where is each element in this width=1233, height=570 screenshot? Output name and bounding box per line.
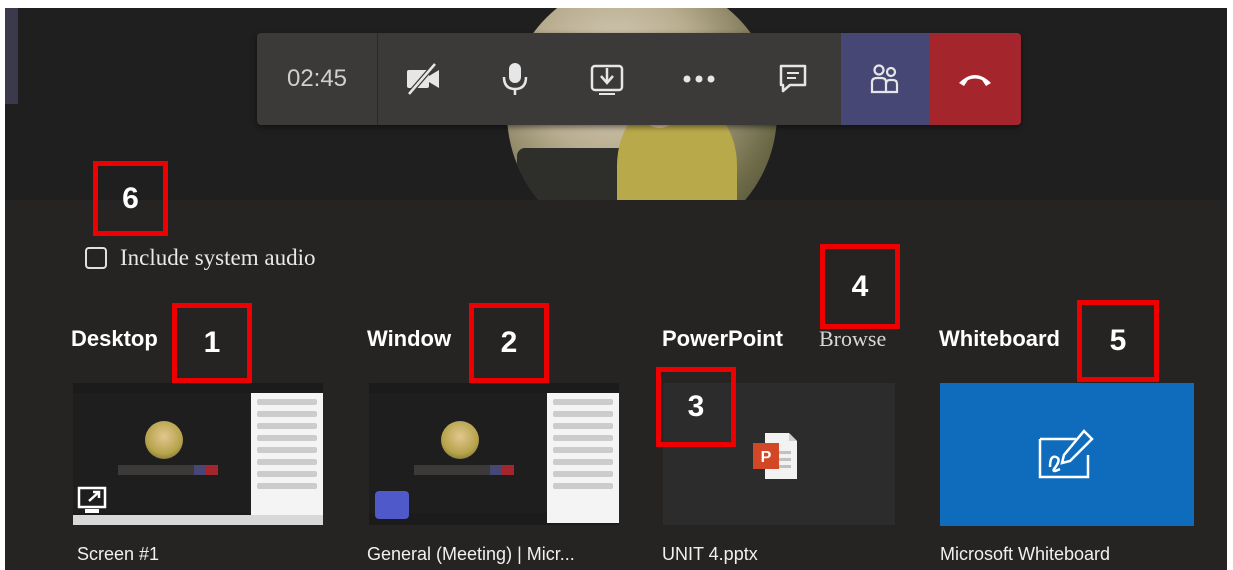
call-toolbar: 02:45 [257,33,1021,125]
call-timer: 02:45 [257,33,378,125]
share-tray-icon [590,64,624,95]
mini-toolbar [118,465,218,475]
desktop-item-label: Screen #1 [77,544,160,564]
whiteboard-item-label: Microsoft Whiteboard [940,544,1111,564]
window-section-title: Window [367,326,452,351]
whiteboard-section-title: Whiteboard [939,326,1060,351]
annotation-2: 2 [469,303,549,383]
whiteboard-thumbnail[interactable] [940,383,1194,526]
annotation-1: 1 [172,303,252,383]
share-screen-icon [77,486,107,513]
share-tray-button[interactable] [571,33,643,125]
powerpoint-item-label: UNIT 4.pptx [662,544,758,564]
camera-off-icon [407,62,439,96]
teams-meeting-window: 02:45 Include system audio Desktop Windo… [5,8,1227,570]
chat-icon [779,64,807,93]
mini-people-pane [547,393,619,523]
annotation-6: 6 [93,161,168,236]
left-rail [5,8,18,104]
whiteboard-icon [1038,429,1094,479]
hang-up-icon [959,75,991,86]
teams-logo [375,491,409,519]
powerpoint-file-icon: P [753,433,797,479]
mini-taskbar [73,515,323,525]
desktop-section-title: Desktop [71,326,158,351]
meeting-stage: 02:45 [5,8,1227,248]
camera-toggle-button[interactable] [387,33,459,125]
window-item-label: General (Meeting) | Micr... [367,544,575,564]
mini-avatar [145,421,183,459]
participants-icon [870,64,899,94]
participants-button[interactable] [841,33,929,125]
include-system-audio-label: Include system audio [120,245,316,270]
annotation-4: 4 [820,244,900,329]
microphone-icon [502,63,528,95]
annotation-5: 5 [1077,300,1159,382]
powerpoint-section-title: PowerPoint [662,326,784,351]
annotation-3: 3 [656,367,736,447]
microphone-button[interactable] [479,33,551,125]
mini-avatar [441,421,479,459]
more-options-button[interactable] [663,33,735,125]
svg-text:P: P [761,449,772,466]
hang-up-button[interactable] [929,33,1021,125]
include-system-audio-checkbox[interactable] [85,247,107,269]
desktop-screen-thumbnail[interactable] [73,383,323,525]
browse-link[interactable]: Browse [819,326,886,352]
mini-people-pane [251,393,323,523]
more-options-icon [683,75,715,83]
window-thumbnail[interactable] [369,383,619,525]
include-system-audio-option[interactable]: Include system audio [85,245,315,271]
chat-button[interactable] [757,33,829,125]
mini-toolbar [414,465,514,475]
